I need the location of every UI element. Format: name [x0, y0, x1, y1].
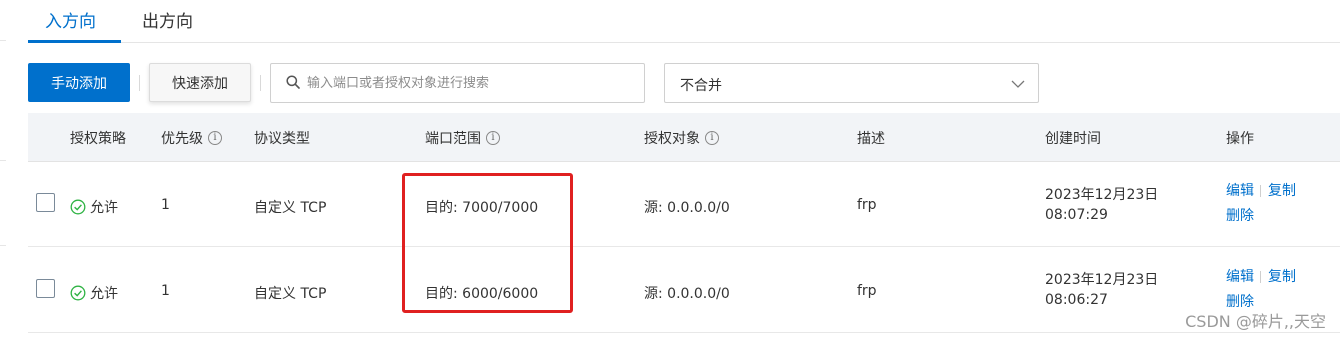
policy-cell: 允许: [70, 197, 118, 217]
row-checkbox[interactable]: [36, 279, 55, 298]
row-checkbox[interactable]: [36, 193, 55, 212]
created-date: 2023年12月23日: [1045, 187, 1159, 203]
tab-outbound[interactable]: 出方向: [142, 7, 193, 32]
created-time: 08:07:29: [1045, 207, 1108, 223]
auth-object-cell: 源: 0.0.0.0/0: [644, 200, 730, 216]
header-description: 描述: [857, 131, 885, 147]
priority-cell: 1: [161, 197, 170, 213]
table-row: 允许 1 自定义 TCP 目的: 7000/7000 源: 0.0.0.0/0 …: [28, 162, 1340, 247]
search-icon: [286, 75, 300, 89]
info-icon[interactable]: i: [486, 131, 500, 145]
table-row: 允许 1 自定义 TCP 目的: 6000/6000 源: 0.0.0.0/0 …: [28, 248, 1340, 333]
protocol-cell: 自定义 TCP: [254, 286, 327, 302]
header-port-range: 端口范围 i: [425, 128, 500, 148]
header-created-time: 创建时间: [1045, 131, 1101, 147]
search-input[interactable]: [307, 64, 637, 102]
policy-text: 允许: [90, 200, 118, 216]
policy-text: 允许: [90, 286, 118, 302]
merge-select[interactable]: 不合并: [664, 63, 1039, 103]
divider: [0, 245, 6, 246]
auth-object-cell: 源: 0.0.0.0/0: [644, 286, 730, 302]
copy-link[interactable]: 复制: [1268, 269, 1296, 285]
divider: [0, 160, 6, 161]
created-date: 2023年12月23日: [1045, 272, 1159, 288]
row-actions: 编辑 复制 删除: [1226, 266, 1296, 311]
divider: [1260, 270, 1261, 283]
table-header: 授权策略 优先级 i 协议类型 端口范围 i 授权对象 i 描述 创建时间 操作: [28, 113, 1340, 162]
delete-link[interactable]: 删除: [1226, 208, 1254, 224]
check-circle-icon: [70, 199, 86, 215]
divider: [139, 75, 140, 91]
search-box: [270, 63, 645, 103]
info-icon[interactable]: i: [705, 131, 719, 145]
port-range-cell: 目的: 7000/7000: [425, 200, 539, 216]
direction-tabs: 入方向 出方向: [28, 0, 1340, 43]
divider: [0, 40, 6, 41]
port-range-cell: 目的: 6000/6000: [425, 286, 539, 302]
merge-select-value: 不合并: [680, 78, 722, 94]
info-icon[interactable]: i: [208, 131, 222, 145]
manual-add-button[interactable]: 手动添加: [28, 63, 130, 102]
active-tab-indicator: [28, 40, 121, 43]
edit-link[interactable]: 编辑: [1226, 269, 1254, 285]
created-time: 08:06:27: [1045, 292, 1108, 308]
quick-add-button[interactable]: 快速添加: [149, 63, 251, 102]
priority-cell: 1: [161, 283, 170, 299]
header-actions: 操作: [1226, 131, 1254, 147]
divider: [1260, 184, 1261, 197]
chevron-down-icon: [1011, 80, 1025, 88]
header-protocol: 协议类型: [254, 131, 310, 147]
edit-link[interactable]: 编辑: [1226, 183, 1254, 199]
policy-cell: 允许: [70, 283, 118, 303]
header-priority: 优先级 i: [161, 128, 222, 148]
security-group-rules-panel: 入方向 出方向 手动添加 快速添加 不合并 授权策略 优先级i 协议类型 端口范…: [0, 0, 1340, 337]
row-actions: 编辑 复制 删除: [1226, 180, 1296, 225]
watermark: CSDN @碎片,,天空: [1185, 312, 1326, 331]
protocol-cell: 自定义 TCP: [254, 200, 327, 216]
copy-link[interactable]: 复制: [1268, 183, 1296, 199]
divider: [260, 75, 261, 91]
header-policy: 授权策略: [70, 131, 126, 147]
check-circle-icon: [70, 285, 86, 301]
description-cell: frp: [857, 283, 877, 299]
description-cell: frp: [857, 197, 877, 213]
tab-inbound[interactable]: 入方向: [45, 7, 96, 32]
header-auth-object: 授权对象 i: [644, 128, 719, 148]
